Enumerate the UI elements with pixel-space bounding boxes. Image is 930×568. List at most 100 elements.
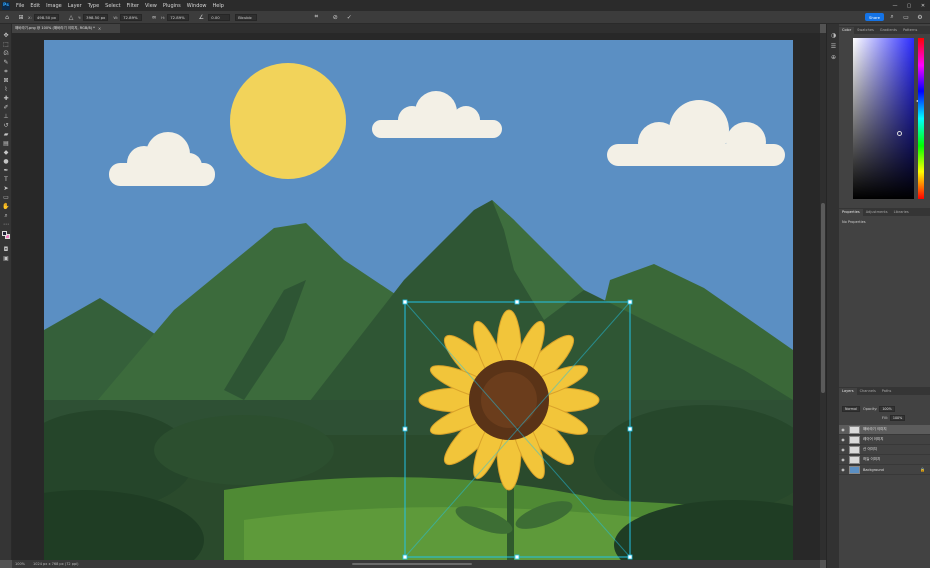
menu-bar: Ps File Edit Image Layer Type Select Fil… — [0, 0, 930, 11]
lock-icon[interactable]: 🔒 — [920, 467, 925, 472]
screen-mode-icon[interactable]: ▣ — [2, 255, 10, 262]
foreground-color-swatch[interactable] — [2, 231, 7, 236]
layer-row[interactable]: ◉ 산 이미지 — [839, 445, 930, 455]
menu-window[interactable]: Window — [184, 3, 210, 9]
hue-slider[interactable] — [918, 38, 924, 199]
blend-mode-select[interactable]: Normal — [842, 405, 860, 412]
visibility-eye-icon[interactable]: ◉ — [839, 437, 847, 442]
zoom-icon[interactable]: ⌕ — [2, 212, 10, 219]
y-input[interactable]: 398.50 px — [83, 13, 109, 21]
pen-icon[interactable]: ✒ — [2, 167, 10, 174]
tab-paths[interactable]: Paths — [879, 388, 895, 395]
history-brush-icon[interactable]: ↺ — [2, 122, 10, 129]
color-picker-cursor[interactable] — [897, 131, 902, 136]
type-icon[interactable]: T — [2, 176, 10, 183]
menu-help[interactable]: Help — [210, 3, 227, 9]
marquee-icon[interactable]: ⬚ — [2, 41, 10, 48]
visibility-eye-icon[interactable]: ◉ — [839, 457, 847, 462]
menu-image[interactable]: Image — [43, 3, 65, 9]
workspace-icon[interactable]: ▭ — [902, 13, 910, 21]
color-field[interactable] — [853, 38, 914, 199]
gradient-icon[interactable]: ▤ — [2, 140, 10, 147]
visibility-eye-icon[interactable]: ◉ — [839, 447, 847, 452]
blur-icon[interactable]: ◆ — [2, 149, 10, 156]
layer-row-background[interactable]: ◉ Background 🔒 — [839, 465, 930, 475]
document-tab[interactable]: 해바라기.png @ 100% (해바라기 이미지, RGB/8) * × — [12, 24, 120, 33]
eraser-icon[interactable]: ▰ — [2, 131, 10, 138]
document-canvas[interactable] — [44, 40, 793, 560]
layer-blend-controls: Normal Opacity: 100% — [839, 405, 930, 412]
libraries-icon[interactable]: ⊕ — [829, 53, 838, 62]
crop-icon[interactable]: ⌗ — [2, 68, 10, 75]
menu-filter[interactable]: Filter — [124, 3, 142, 9]
tab-layers[interactable]: Layers — [839, 388, 857, 395]
close-tab-icon[interactable]: × — [98, 26, 101, 31]
tab-swatches[interactable]: Swatches — [854, 27, 877, 34]
visibility-eye-icon[interactable]: ◉ — [839, 467, 847, 472]
interpolation-select[interactable]: Bicubic — [235, 13, 258, 21]
hand-icon[interactable]: ✋ — [2, 203, 10, 210]
frame-icon[interactable]: ⊠ — [2, 77, 10, 84]
eyedropper-icon[interactable]: ⌇ — [2, 86, 10, 93]
minimize-button[interactable]: — — [888, 0, 902, 11]
healing-icon[interactable]: ✚ — [2, 95, 10, 102]
quick-mask-icon[interactable]: ◘ — [2, 246, 10, 253]
maximize-button[interactable]: ▢ — [902, 0, 916, 11]
layer-row[interactable]: ◉ 레이어 이미지 — [839, 435, 930, 445]
x-input[interactable]: 498.50 px — [33, 13, 60, 21]
path-select-icon[interactable]: ➤ — [2, 185, 10, 192]
tab-gradients[interactable]: Gradients — [877, 27, 900, 34]
tab-properties[interactable]: Properties — [839, 209, 863, 216]
w-input[interactable]: 72.89% — [120, 13, 143, 21]
menu-plugins[interactable]: Plugins — [160, 3, 184, 9]
canvas-area[interactable] — [12, 33, 820, 560]
lasso-icon[interactable]: ᘏ — [2, 50, 10, 57]
close-window-button[interactable]: ✕ — [916, 0, 930, 11]
layer-thumbnail — [849, 465, 860, 474]
tab-patterns[interactable]: Patterns — [900, 27, 920, 34]
zoom-level[interactable]: 100% — [15, 562, 25, 566]
fill-input[interactable]: 100% — [889, 414, 906, 421]
menu-file[interactable]: File — [13, 3, 27, 9]
move-icon[interactable]: ✥ — [2, 32, 10, 39]
brush-icon[interactable]: ✐ — [2, 104, 10, 111]
horizontal-scrollbar[interactable] — [352, 563, 472, 565]
commit-transform-icon[interactable]: ✓ — [345, 13, 353, 21]
h-input[interactable]: 72.89% — [167, 13, 190, 21]
interpolation-field: Bicubic — [235, 13, 258, 21]
warp-icon[interactable]: ⌗ — [312, 13, 320, 21]
settings-icon[interactable]: ⚙ — [916, 13, 924, 21]
menu-edit[interactable]: Edit — [27, 3, 43, 9]
tab-adjustments[interactable]: Adjustments — [863, 209, 891, 216]
menu-select[interactable]: Select — [102, 3, 123, 9]
tab-channels[interactable]: Channels — [857, 388, 879, 395]
share-button[interactable]: Share — [865, 13, 884, 21]
color-panel-icon[interactable]: ◑ — [829, 31, 838, 40]
cancel-transform-icon[interactable]: ⊘ — [331, 13, 339, 21]
quick-select-icon[interactable]: ✎ — [2, 59, 10, 66]
layer-row[interactable]: ◉ 하늘 이미지 — [839, 455, 930, 465]
document-dimensions: 1024 px x 768 px (72 ppi) — [33, 562, 79, 566]
opacity-input[interactable]: 100% — [879, 405, 895, 412]
tab-libraries[interactable]: Libraries — [891, 209, 912, 216]
reference-point-icon[interactable]: ⊞ — [17, 13, 25, 21]
layer-name: 레이어 이미지 — [863, 437, 884, 441]
stamp-icon[interactable]: ⊥ — [2, 113, 10, 120]
search-icon[interactable]: ⌕ — [888, 13, 896, 21]
menu-type[interactable]: Type — [85, 3, 102, 9]
layer-row[interactable]: ◉ 해바라기 이미지 — [839, 425, 930, 435]
rectangle-icon[interactable]: ▭ — [2, 194, 10, 201]
properties-panel-icon[interactable]: ☰ — [829, 42, 838, 51]
visibility-eye-icon[interactable]: ◉ — [839, 427, 847, 432]
link-icon[interactable]: ∞ — [150, 13, 158, 21]
tab-color[interactable]: Color — [839, 27, 855, 34]
dodge-icon[interactable]: ● — [2, 158, 10, 165]
more-icon[interactable]: ⋯ — [2, 221, 10, 228]
angle-input[interactable]: 0.00 — [208, 13, 231, 21]
home-icon[interactable]: ⌂ — [3, 13, 11, 21]
menu-layer[interactable]: Layer — [65, 3, 85, 9]
menu-view[interactable]: View — [142, 3, 160, 9]
delta-icon[interactable]: △ — [67, 13, 75, 21]
vertical-scroll-thumb[interactable] — [821, 203, 825, 393]
hue-slider-marker[interactable]: ◂ — [916, 98, 918, 103]
